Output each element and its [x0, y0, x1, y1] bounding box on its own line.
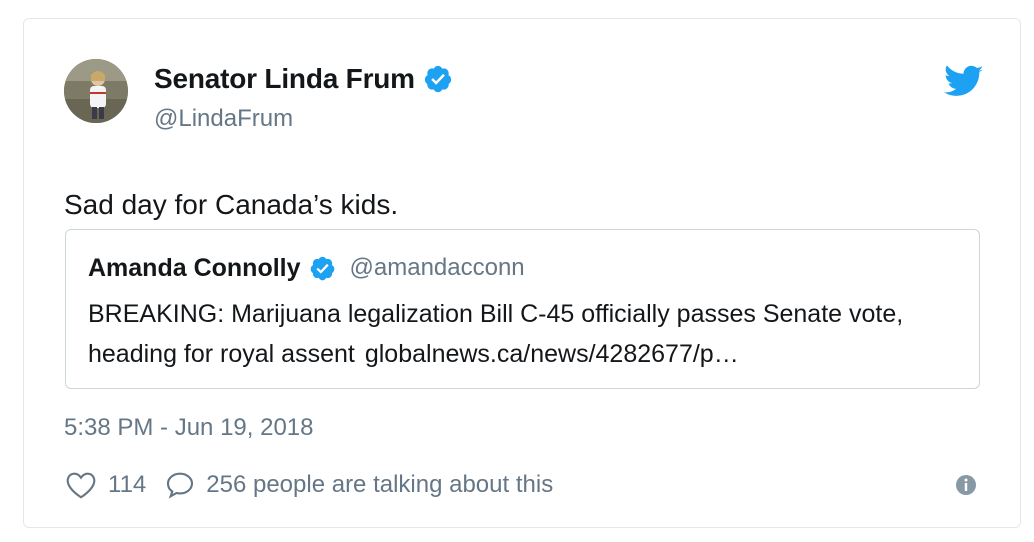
tweet-timestamp[interactable]: 5:38 PM - Jun 19, 2018 — [64, 414, 314, 442]
author-display-name[interactable]: Senator Linda Frum — [154, 63, 415, 95]
tweet-text: Sad day for Canada’s kids. — [64, 189, 399, 220]
talking-count: 256 people are talking about this — [206, 471, 554, 498]
twitter-bird-icon[interactable] — [944, 65, 984, 99]
quoted-author-handle[interactable]: @amandacconn — [350, 254, 525, 282]
quoted-tweet-text: BREAKING: Marijuana legalization Bill C-… — [88, 294, 958, 374]
verified-badge-icon — [310, 256, 334, 280]
tweet-actions: 114 256 people are talking about this — [64, 467, 553, 503]
speech-bubble-icon — [167, 472, 194, 499]
like-button[interactable]: 114 — [64, 469, 146, 501]
info-icon[interactable] — [954, 473, 978, 497]
quoted-author-name[interactable]: Amanda Connolly — [88, 254, 301, 283]
quoted-link[interactable]: globalnews.ca/news/4282677/p… — [365, 340, 739, 368]
tweet-header: Senator Linda Frum @LindaFrum — [64, 59, 984, 132]
verified-badge-icon — [424, 65, 451, 93]
embedded-tweet-card: Senator Linda Frum @LindaFrum Sad day fo… — [23, 18, 1021, 528]
author-handle[interactable]: @LindaFrum — [154, 105, 453, 133]
like-count: 114 — [108, 471, 147, 498]
avatar[interactable] — [64, 59, 128, 123]
heart-icon — [66, 472, 96, 499]
conversation-link[interactable]: 256 people are talking about this — [164, 469, 553, 501]
quoted-tweet[interactable]: Amanda Connolly @amandacconn BREAKING: M… — [65, 229, 980, 389]
